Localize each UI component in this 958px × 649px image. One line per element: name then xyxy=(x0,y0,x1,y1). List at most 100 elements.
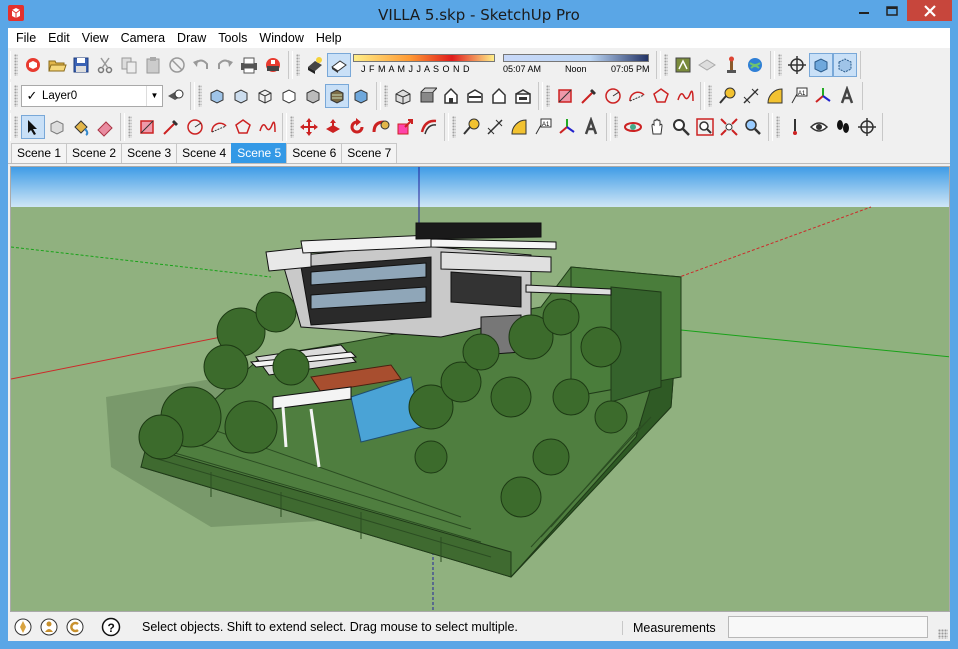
fog-toggle-button[interactable] xyxy=(327,52,351,77)
toolbar-grip[interactable] xyxy=(614,115,618,138)
toolbar-grip[interactable] xyxy=(452,115,456,138)
toolbar-grip[interactable] xyxy=(546,84,550,107)
close-button[interactable] xyxy=(907,0,952,21)
undo-button[interactable] xyxy=(189,53,213,77)
toolbar-grip[interactable] xyxy=(14,115,18,138)
tape-measure-button[interactable] xyxy=(459,115,483,139)
redo-button[interactable] xyxy=(213,53,237,77)
toolbar-grip[interactable] xyxy=(708,84,712,107)
components-button[interactable] xyxy=(719,53,743,77)
menu-tools[interactable]: Tools xyxy=(212,28,253,48)
save-button[interactable] xyxy=(69,53,93,77)
cut-button[interactable] xyxy=(93,53,117,77)
copy-button[interactable] xyxy=(117,53,141,77)
xray-button[interactable] xyxy=(809,52,833,77)
menu-help[interactable]: Help xyxy=(310,28,348,48)
protractor-button-2[interactable] xyxy=(763,84,787,108)
shadows-toggle-button[interactable] xyxy=(303,53,327,77)
menu-draw[interactable]: Draw xyxy=(171,28,212,48)
wireframe-button[interactable] xyxy=(253,84,277,108)
circle-button[interactable] xyxy=(183,115,207,139)
geo-location-status-button[interactable] xyxy=(12,616,34,638)
move-button[interactable] xyxy=(297,115,321,139)
maximize-button[interactable] xyxy=(878,0,906,21)
extension-button[interactable] xyxy=(695,53,719,77)
left-view-button[interactable] xyxy=(511,84,535,108)
front-view-button[interactable] xyxy=(439,84,463,108)
zoom-window-button[interactable] xyxy=(693,115,717,139)
toolbar-grip[interactable] xyxy=(14,53,18,76)
make-component-button[interactable] xyxy=(45,115,69,139)
model-info-button[interactable] xyxy=(261,53,285,77)
right-view-button[interactable] xyxy=(463,84,487,108)
toolbar-grip[interactable] xyxy=(198,84,202,107)
paint-bucket-button[interactable] xyxy=(69,115,93,139)
pan-button[interactable] xyxy=(645,115,669,139)
menu-file[interactable]: File xyxy=(10,28,42,48)
polygon-button[interactable] xyxy=(231,115,255,139)
iso-view-button[interactable] xyxy=(391,84,415,108)
time-slider-bar[interactable] xyxy=(503,53,649,62)
tab-scene-2[interactable]: Scene 2 xyxy=(66,143,123,163)
paste-button[interactable] xyxy=(141,53,165,77)
help-button[interactable]: ? xyxy=(100,616,122,638)
look-around-button[interactable] xyxy=(807,115,831,139)
shadow-time-slider[interactable]: 05:07 AM Noon 07:05 PM xyxy=(501,51,653,79)
layer-dropdown[interactable]: ✓ Layer0 ▼ xyxy=(21,84,163,107)
toolbar-grip[interactable] xyxy=(290,115,294,138)
shadow-month-slider[interactable]: J F M A M J J A S O N D xyxy=(351,51,501,79)
zoom-extents-button[interactable] xyxy=(717,115,741,139)
tape-measure-button-2[interactable] xyxy=(715,84,739,108)
open-button[interactable] xyxy=(45,53,69,77)
top-view-button[interactable] xyxy=(415,84,439,108)
position-camera-button[interactable] xyxy=(783,115,807,139)
scale-button[interactable] xyxy=(393,115,417,139)
print-button[interactable] xyxy=(237,53,261,77)
back-edges-style-button[interactable] xyxy=(229,84,253,108)
geo-location-button[interactable] xyxy=(743,53,767,77)
dimension-button[interactable] xyxy=(483,115,507,139)
monochrome-button[interactable] xyxy=(349,84,373,108)
new-button[interactable] xyxy=(21,53,45,77)
chevron-down-icon[interactable]: ▼ xyxy=(146,85,162,106)
menu-view[interactable]: View xyxy=(76,28,115,48)
offset-button[interactable] xyxy=(417,115,441,139)
toolbar-grip[interactable] xyxy=(664,53,668,76)
section-plane-button-2[interactable] xyxy=(855,115,879,139)
axes-button[interactable] xyxy=(555,115,579,139)
zoom-button[interactable] xyxy=(669,115,693,139)
toolbar-grip[interactable] xyxy=(778,53,782,76)
menu-edit[interactable]: Edit xyxy=(42,28,76,48)
credits-status-button[interactable] xyxy=(38,616,60,638)
freehand-button-2[interactable] xyxy=(673,84,697,108)
axes-button-2[interactable] xyxy=(811,84,835,108)
shaded-textures-button[interactable] xyxy=(325,83,349,108)
line-button[interactable] xyxy=(159,115,183,139)
tab-scene-7[interactable]: Scene 7 xyxy=(341,143,398,163)
erase-button[interactable] xyxy=(165,53,189,77)
toolbar-grip[interactable] xyxy=(14,84,18,107)
shaded-button[interactable] xyxy=(301,84,325,108)
text-button[interactable]: A1 xyxy=(531,115,555,139)
minimize-button[interactable] xyxy=(850,0,878,21)
polygon-button-2[interactable] xyxy=(649,84,673,108)
layer-manager-button[interactable] xyxy=(163,84,187,108)
back-view-button[interactable] xyxy=(487,84,511,108)
text-button-2[interactable]: A1 xyxy=(787,84,811,108)
3d-text-button[interactable] xyxy=(579,115,603,139)
arc-button-2[interactable] xyxy=(625,84,649,108)
3d-text-button-2[interactable] xyxy=(835,84,859,108)
arc-button[interactable] xyxy=(207,115,231,139)
hidden-line-button[interactable] xyxy=(277,84,301,108)
resize-grip[interactable] xyxy=(938,629,948,639)
protractor-button[interactable] xyxy=(507,115,531,139)
month-slider-bar[interactable] xyxy=(353,53,495,62)
tab-scene-4[interactable]: Scene 4 xyxy=(176,143,233,163)
scene-render[interactable] xyxy=(11,167,950,612)
toolbar-grip[interactable] xyxy=(128,115,132,138)
dimension-button-2[interactable] xyxy=(739,84,763,108)
rotate-button[interactable] xyxy=(345,115,369,139)
copyright-status-button[interactable] xyxy=(64,616,86,638)
3d-warehouse-button[interactable] xyxy=(671,53,695,77)
eraser-button[interactable] xyxy=(93,115,117,139)
